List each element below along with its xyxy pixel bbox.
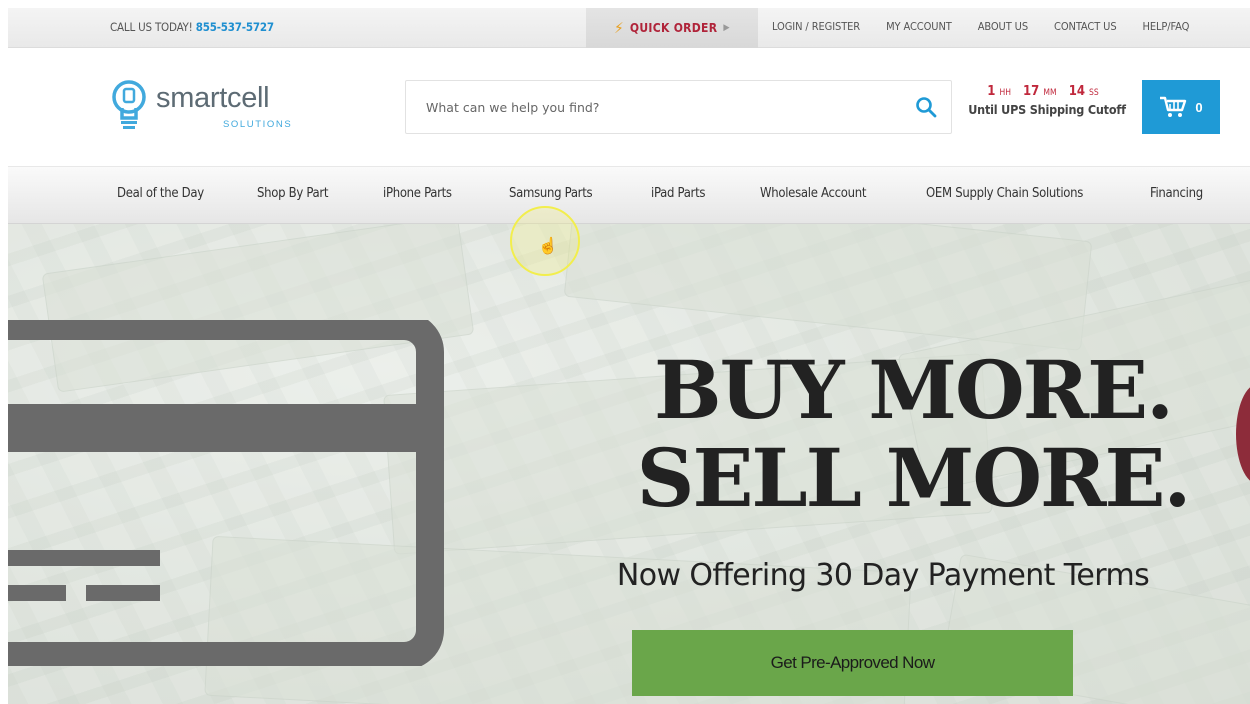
nav-item-deal-of-the-day[interactable]: Deal of the Day: [117, 186, 204, 201]
nav-item-wholesale-account[interactable]: Wholesale Account: [760, 186, 866, 201]
nav-item-oem-supply-chain-solutions[interactable]: OEM Supply Chain Solutions: [926, 186, 1083, 201]
logo-subtitle: SOLUTIONS: [223, 119, 293, 130]
minutes-unit: MM: [1043, 88, 1057, 98]
top-links: LOGIN / REGISTER MY ACCOUNT ABOUT US CON…: [772, 20, 1215, 33]
headline-line-1: BUY MORE.: [654, 343, 1174, 437]
nav-item-iphone-parts[interactable]: iPhone Parts: [383, 186, 452, 201]
caret-right-icon: ▶: [723, 23, 730, 33]
logo-wordmark: smartcell: [156, 82, 270, 114]
top-utility-bar: CALL US TODAY! 855-537-5727 ⚡ QUICK ORDE…: [8, 8, 1250, 48]
shipping-cutoff-caption: Until UPS Shipping Cutoff: [968, 102, 1126, 117]
countdown-minutes: 17: [1023, 84, 1040, 99]
seconds-unit: SS: [1089, 88, 1099, 98]
shipping-countdown: 1 HH 17 MM 14 SS Until UPS Shipping Cuto…: [962, 84, 1132, 117]
quick-order-label: QUICK ORDER: [629, 21, 718, 35]
help-faq-link[interactable]: HELP/FAQ: [1143, 20, 1190, 33]
countdown-timer: 1 HH 17 MM 14 SS: [962, 84, 1132, 99]
smartcell-bulb-icon: [112, 80, 146, 129]
my-account-link[interactable]: MY ACCOUNT: [886, 20, 952, 33]
lightning-bolt-icon: ⚡: [614, 19, 624, 37]
nav-item-financing[interactable]: Financing: [1150, 186, 1203, 201]
cart-count: 0: [1195, 99, 1203, 115]
quick-order-button[interactable]: ⚡ QUICK ORDER ▶: [586, 8, 758, 48]
cart-button[interactable]: 0: [1142, 80, 1220, 134]
credit-card-icon: [8, 320, 444, 666]
search-icon[interactable]: [915, 96, 937, 118]
countdown-hours: 1: [987, 84, 996, 99]
hours-unit: HH: [999, 88, 1011, 98]
about-us-link[interactable]: ABOUT US: [978, 20, 1028, 33]
search-input[interactable]: [406, 81, 906, 133]
hero-banner[interactable]: BUY MORE. SELL MORE. Now Offering 30 Day…: [8, 224, 1250, 704]
smartcell-logo[interactable]: smartcell SOLUTIONS: [110, 78, 310, 138]
nav-item-shop-by-part[interactable]: Shop By Part: [257, 186, 329, 201]
login-register-link[interactable]: LOGIN / REGISTER: [772, 20, 860, 33]
nav-item-samsung-parts[interactable]: Samsung Parts: [509, 186, 593, 201]
countdown-seconds: 14: [1068, 84, 1085, 99]
call-us-text: CALL US TODAY! 855-537-5727: [110, 20, 274, 34]
get-pre-approved-button[interactable]: Get Pre-Approved Now: [632, 630, 1073, 696]
headline-line-2: SELL MORE.: [636, 431, 1192, 525]
contact-us-link[interactable]: CONTACT US: [1054, 20, 1117, 33]
search-box: [405, 80, 952, 134]
phone-link[interactable]: 855-537-5727: [196, 20, 274, 34]
call-us-label: CALL US TODAY!: [110, 20, 193, 34]
hero-subline: Now Offering 30 Day Payment Terms: [616, 558, 1150, 593]
hero-headline: BUY MORE. SELL MORE.: [568, 346, 1250, 522]
main-navigation: Deal of the Day Shop By Part iPhone Part…: [8, 166, 1250, 224]
shopping-cart-icon: [1160, 96, 1187, 117]
hand-pointer-icon: ☝: [538, 238, 558, 255]
nav-item-ipad-parts[interactable]: iPad Parts: [651, 186, 705, 201]
